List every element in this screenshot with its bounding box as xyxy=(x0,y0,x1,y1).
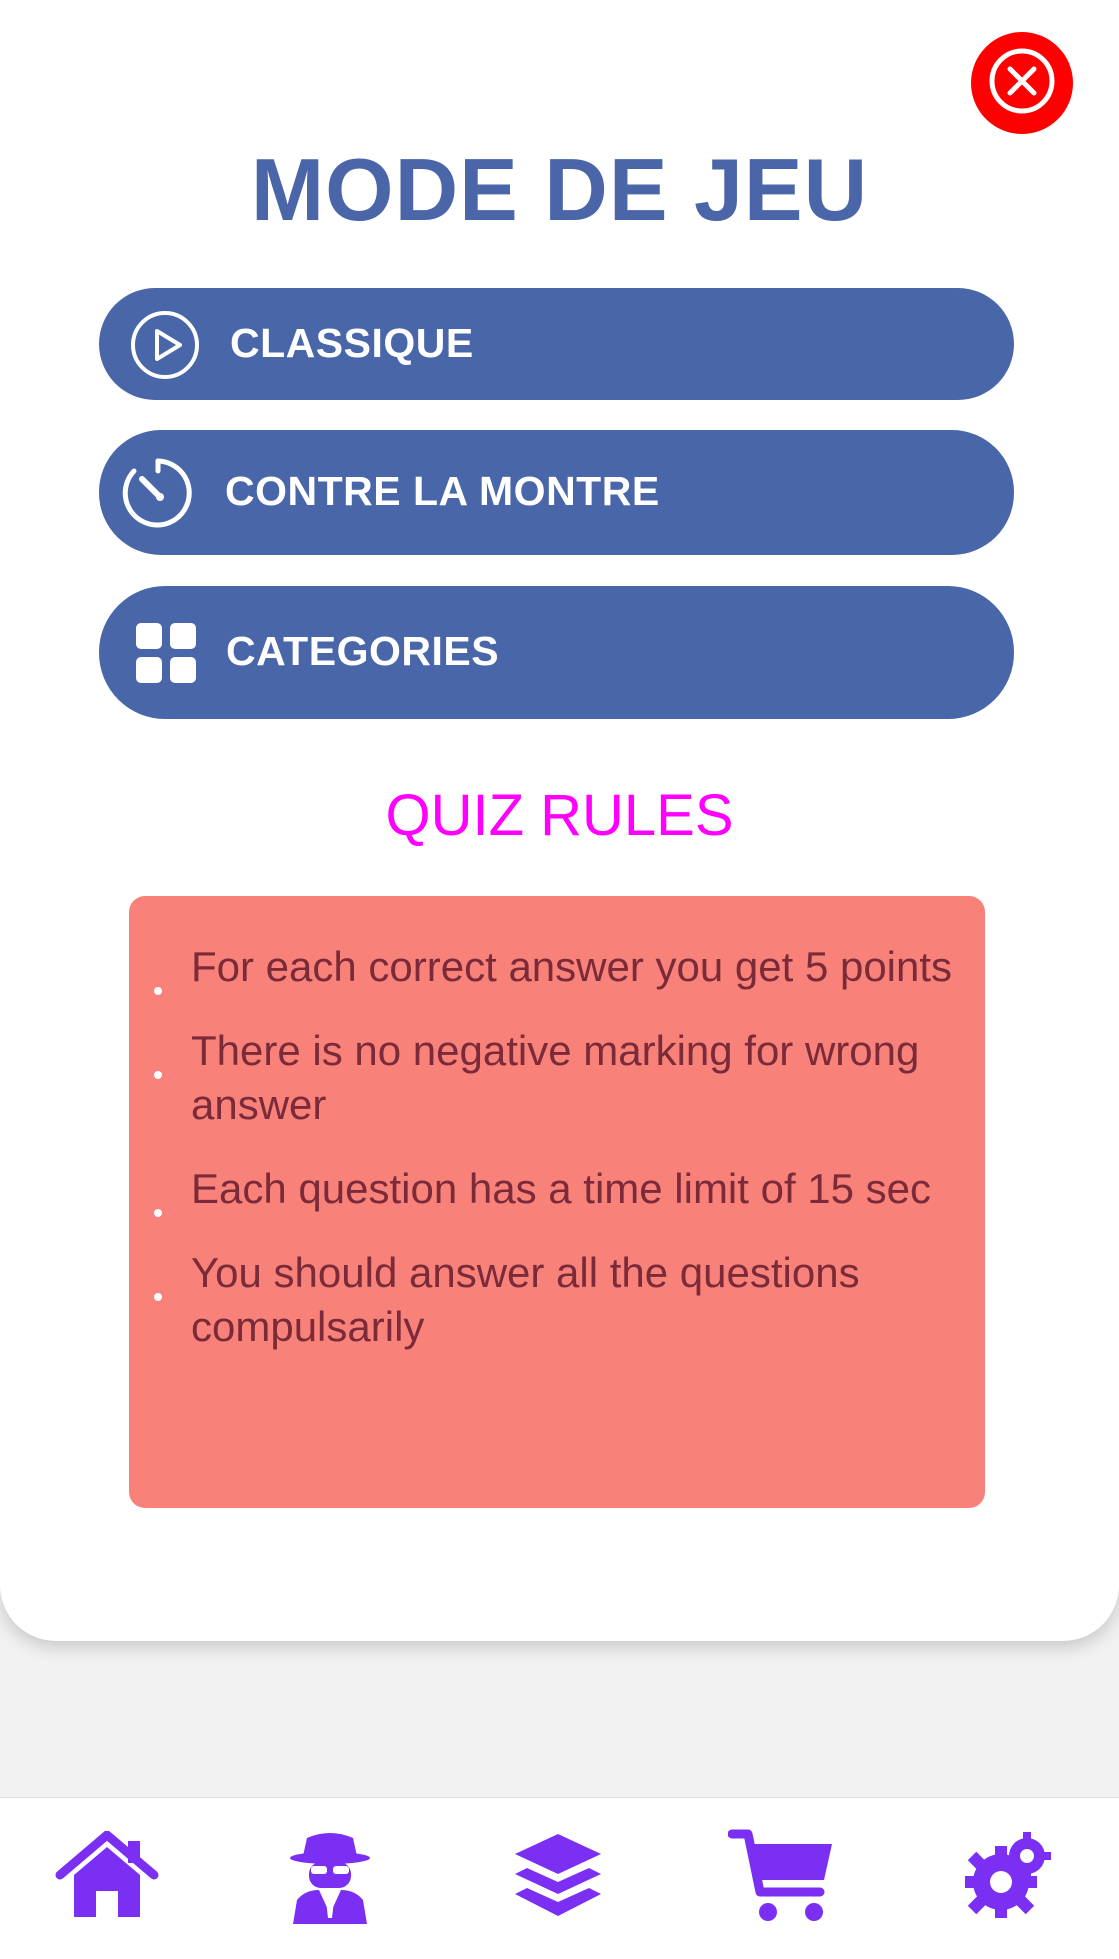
rule-text: There is no negative marking for wrong a… xyxy=(191,1027,920,1128)
home-icon xyxy=(54,1830,160,1926)
rule-item: Each question has a time limit of 15 sec xyxy=(154,1162,955,1217)
modal-title: MODE DE JEU xyxy=(250,140,869,239)
mode-categories-label: CATEGORIES xyxy=(226,628,500,674)
mode-contre-la-montre-button[interactable]: CONTRE LA MONTRE xyxy=(99,430,1014,555)
gear-icon xyxy=(961,1830,1053,1927)
rules-box: For each correct answer you get 5 points… xyxy=(129,896,985,1508)
rules-title: QUIZ RULES xyxy=(385,783,734,848)
rule-item: For each correct answer you get 5 points xyxy=(154,940,955,995)
mode-categories-button[interactable]: CATEGORIES xyxy=(99,586,1014,719)
game-mode-modal: MODE DE JEU CLASSIQUE CONTRE LA MONTRE C… xyxy=(0,0,1119,1641)
mode-classique-label: CLASSIQUE xyxy=(230,320,474,366)
tab-settings[interactable] xyxy=(952,1828,1062,1928)
mode-classique-button[interactable]: CLASSIQUE xyxy=(99,288,1014,400)
tab-cart[interactable] xyxy=(727,1828,837,1928)
screen: MODE DE JEU CLASSIQUE CONTRE LA MONTRE C… xyxy=(0,0,1119,1959)
timer-icon xyxy=(120,455,196,531)
bullet-dot xyxy=(154,1293,162,1301)
cart-icon xyxy=(727,1828,836,1929)
spy-icon xyxy=(285,1828,375,1929)
layers-icon xyxy=(511,1830,605,1927)
tab-spy[interactable] xyxy=(275,1828,385,1928)
close-circle-icon xyxy=(987,46,1057,121)
grid-icon xyxy=(134,621,198,685)
bullet-dot xyxy=(154,1071,162,1079)
rule-text: Each question has a time limit of 15 sec xyxy=(191,1165,932,1212)
bullet-dot xyxy=(154,1209,162,1217)
mode-contre-la-montre-label: CONTRE LA MONTRE xyxy=(225,468,660,514)
tab-home[interactable] xyxy=(52,1828,162,1928)
close-button[interactable] xyxy=(971,32,1073,134)
bullet-dot xyxy=(154,987,162,995)
tab-layers[interactable] xyxy=(503,1828,613,1928)
bottom-tab-bar xyxy=(0,1797,1119,1959)
rule-text: You should answer all the questions comp… xyxy=(191,1249,860,1350)
rule-item: You should answer all the questions comp… xyxy=(154,1246,955,1354)
play-circle-icon xyxy=(130,310,200,380)
rule-text: For each correct answer you get 5 points xyxy=(191,943,953,990)
rule-item: There is no negative marking for wrong a… xyxy=(154,1024,955,1132)
